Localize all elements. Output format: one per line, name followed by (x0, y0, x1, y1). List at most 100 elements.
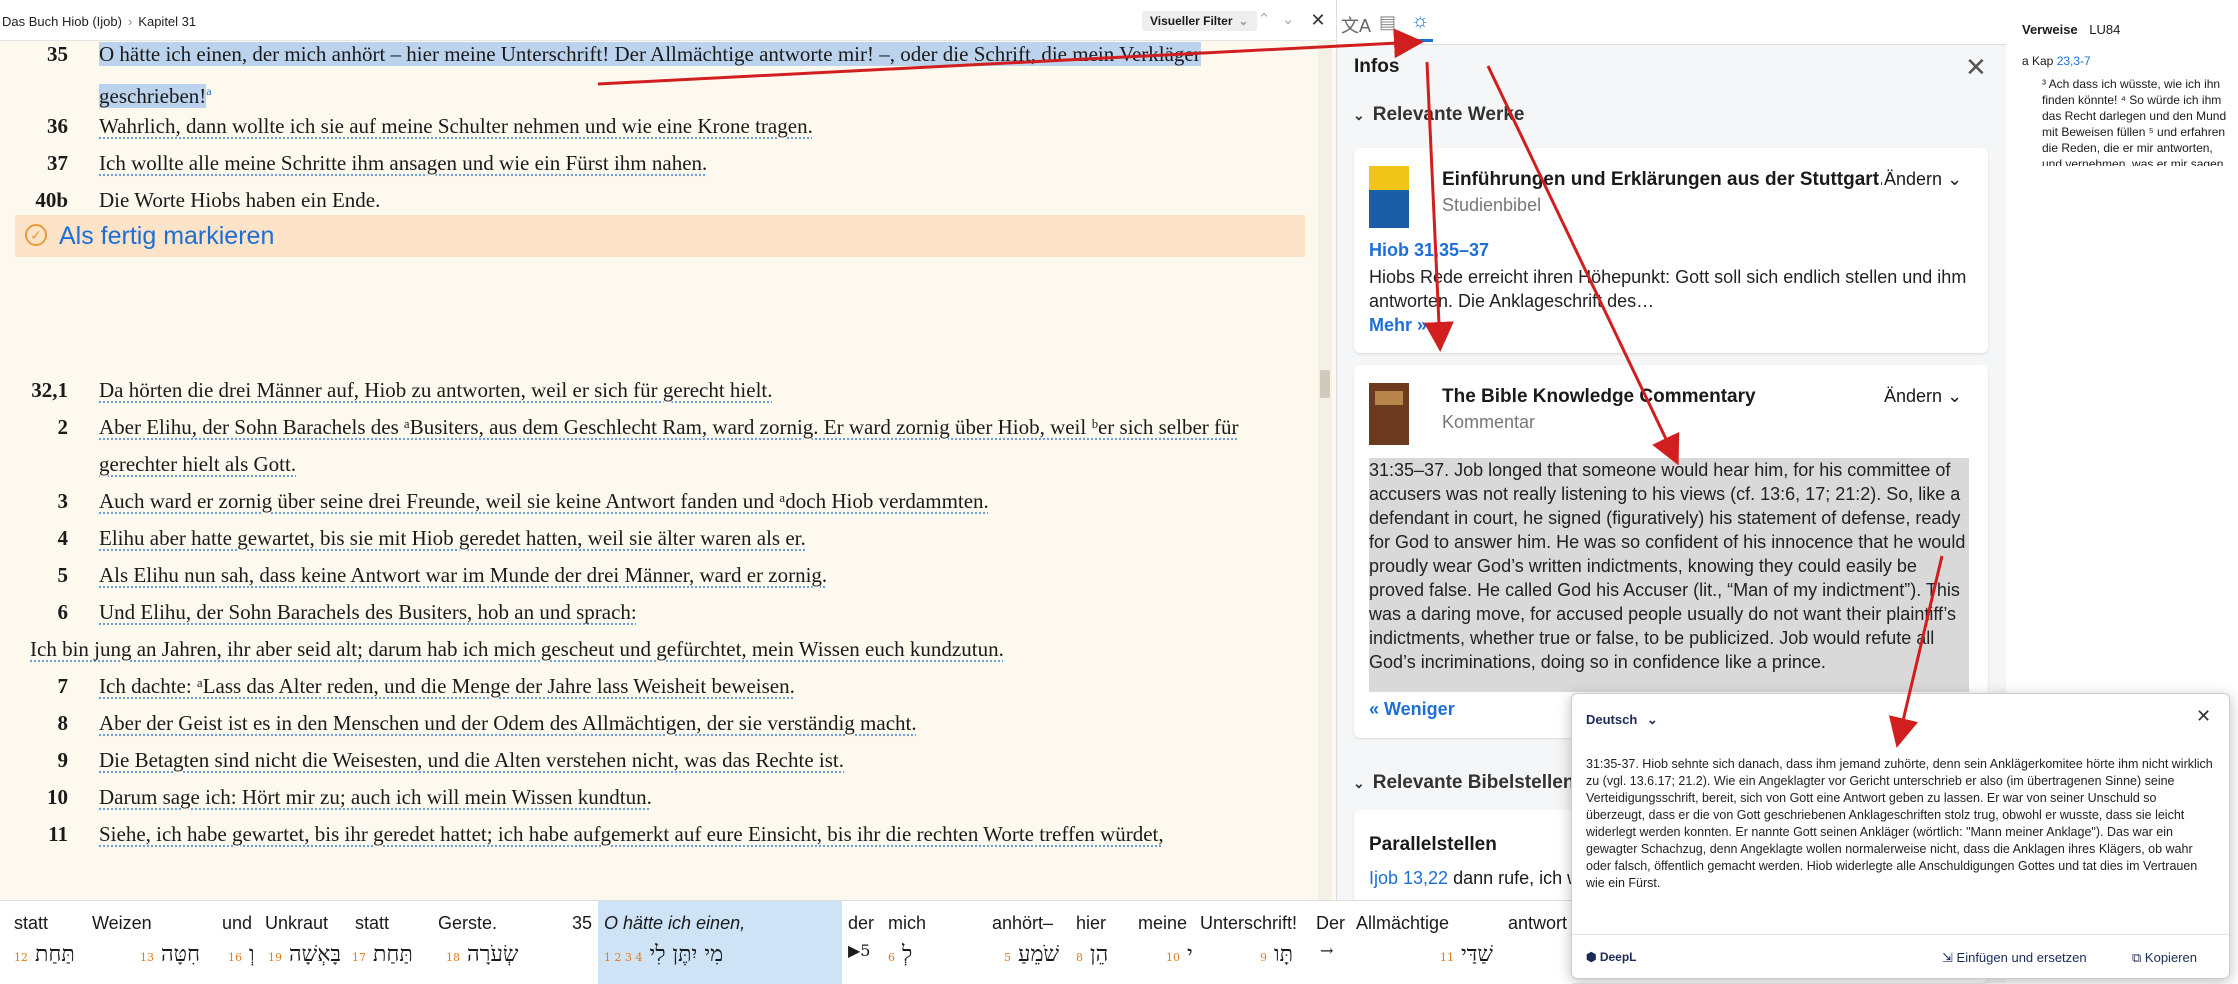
change-work-button[interactable]: Ändern ⌄ (1884, 386, 1962, 407)
hebrew-text: שֹׁמֵעַ (1018, 942, 1060, 967)
interlinear-word[interactable]: antwort (1508, 913, 1567, 934)
work-reference[interactable]: Hiob 31,35–37 (1369, 240, 1489, 261)
interlinear-word[interactable]: hier (1076, 913, 1106, 934)
hebrew-word[interactable]: 19 בָּאְשָׁה (268, 941, 341, 967)
hebrew-text: → (1320, 941, 1334, 960)
strong-number: 1 2 3 4 (604, 951, 643, 964)
hebrew-word[interactable]: 1 2 3 4 מִי יִתֶּן לִי (604, 941, 723, 967)
insert-replace-button[interactable]: ⇲ Einfügen und ersetzen (1942, 950, 2087, 966)
interlinear-word[interactable]: Der (1316, 913, 1345, 934)
translate-icon[interactable]: 文A (1341, 12, 1371, 38)
hebrew-word[interactable]: → (1320, 941, 1333, 960)
interlinear-word[interactable]: Unterschrift! (1200, 913, 1297, 934)
interlinear-word[interactable]: Unkraut (265, 913, 328, 934)
insert-replace-label: Einfügen und ersetzen (1956, 950, 2087, 965)
hebrew-word[interactable]: 17 תַּחַת (352, 941, 413, 967)
interlinear-word[interactable]: mich (888, 913, 926, 934)
chevron-down-icon: ⌄ (1353, 107, 1365, 123)
change-work-button[interactable]: Ändern ⌄ (1884, 169, 1962, 190)
copy-button[interactable]: ⧉ Kopieren (2132, 950, 2197, 966)
work-type: Kommentar (1442, 412, 1536, 432)
breadcrumb-chapter[interactable]: Kapitel 31 (138, 14, 196, 29)
notes-icon[interactable]: ▤ (1379, 12, 1396, 33)
interlinear-word[interactable]: statt (14, 913, 48, 934)
section-relevant-works[interactable]: ⌄ Relevante Werke (1353, 104, 1524, 126)
work-title[interactable]: Einführungen und Erklärungen aus der Stu… (1442, 169, 1882, 191)
hebrew-word[interactable]: ▶5 (848, 941, 870, 960)
hebrew-word[interactable]: 5 שֹׁמֵעַ (1004, 941, 1059, 967)
scrollbar-thumb[interactable] (1320, 370, 1330, 398)
chevron-down-icon[interactable]: ⌄ (1278, 10, 1298, 30)
breadcrumb-book[interactable]: Das Buch Hiob (Ijob) (2, 14, 122, 29)
hebrew-word[interactable]: 6 לְ (888, 941, 912, 967)
deepl-translation-popup: Deutsch ⌄ ✕ 31:35-37. Hiob sehnte sich d… (1571, 693, 2230, 979)
close-icon[interactable]: ✕ (2196, 706, 2211, 727)
strong-number: 11 (1440, 951, 1454, 964)
insert-icon: ⇲ (1942, 950, 1953, 965)
parallel-ref[interactable]: Ijob 13,22 (1369, 868, 1448, 888)
close-icon[interactable]: ✕ (1308, 10, 1328, 30)
interlinear-word[interactable]: Gerste. (438, 913, 497, 934)
verse-text: Aber Elihu, der Sohn Barachels des ᵃBusi… (99, 415, 1239, 476)
hebrew-word[interactable]: 16 וְ (228, 941, 255, 967)
change-work-label: Ändern (1884, 386, 1943, 406)
hebrew-text: ▶5 (848, 941, 871, 960)
footnote-marker[interactable]: a (206, 84, 211, 98)
verse-number: 4 (57, 526, 69, 550)
deepl-logo: ⬢ DeepL (1586, 950, 1637, 964)
interlinear-word[interactable]: anhört– (992, 913, 1053, 934)
chevron-up-icon[interactable]: ⌃ (1254, 10, 1274, 30)
scrollbar[interactable] (1318, 40, 1332, 900)
check-circle-icon: ✓ (25, 224, 47, 246)
interlinear-verse-number: 35 (572, 913, 593, 933)
verse-text: Ich bin jung an Jahren, ihr aber seid al… (30, 637, 1004, 661)
mark-done-label: Als fertig markieren (59, 222, 275, 250)
section-relevant-passages[interactable]: ⌄ Relevante Bibelstellen (1353, 772, 1574, 794)
cross-reference-link[interactable]: 23,3-7 (2057, 54, 2091, 68)
app-window: Das Buch Hiob (Ijob) › Kapitel 31 Visuel… (0, 0, 2238, 984)
cross-reference-entry: a Kap 23,3-7 (2022, 54, 2091, 68)
lightbulb-icon[interactable]: ☼ (1407, 10, 1434, 42)
commentary-text[interactable]: 31:35–37. Job longed that someone would … (1369, 458, 1969, 692)
strong-number: 18 (446, 951, 460, 964)
interlinear-word[interactable]: meine (1138, 913, 1187, 934)
version-label[interactable]: LU84 (2089, 22, 2120, 37)
hebrew-text: לְ (902, 942, 913, 967)
interlinear-word[interactable]: statt (355, 913, 389, 934)
hebrew-text: שַׁדַּי (1461, 942, 1493, 967)
hebrew-word[interactable]: 8 הֵן (1076, 941, 1108, 967)
verse-text: Als Elihu nun sah, dass keine Antwort wa… (99, 563, 828, 587)
visual-filter-dropdown[interactable]: Visueller Filter ⌄ (1142, 11, 1257, 31)
close-icon[interactable]: ✕ (1965, 52, 1987, 83)
work-excerpt: Hiobs Rede erreicht ihren Höhepunkt: Got… (1369, 267, 1967, 311)
interlinear-word[interactable]: der (848, 913, 874, 934)
hebrew-text: שְׂעֹרָה (467, 942, 519, 967)
copy-label: Kopieren (2144, 950, 2197, 965)
cross-reference-prefix: a Kap (2022, 54, 2054, 68)
parallel-entry: Ijob 13,22 dann rufe, ich w (1369, 868, 1580, 889)
hebrew-word[interactable]: 10 י (1166, 941, 1193, 967)
language-label: Deutsch (1586, 712, 1638, 727)
more-link[interactable]: Mehr » (1369, 315, 1427, 336)
interlinear-strip: statt Weizen und Unkraut statt Gerste. 3… (0, 900, 1572, 984)
hebrew-word[interactable]: 13 חִטָּה (140, 941, 200, 967)
language-select[interactable]: Deutsch ⌄ (1586, 712, 1658, 728)
less-link[interactable]: « Weniger (1369, 699, 1455, 720)
interlinear-word[interactable]: Weizen (92, 913, 152, 934)
interlinear-word[interactable]: und (222, 913, 252, 934)
section-relevant-passages-label: Relevante Bibelstellen (1372, 772, 1575, 793)
interlinear-word[interactable]: Allmächtige (1356, 913, 1449, 934)
work-title[interactable]: The Bible Knowledge Commentary (1442, 386, 1882, 408)
hebrew-word[interactable]: 12 תַּחַת (14, 941, 75, 967)
verse-text: Elihu aber hatte gewartet, bis sie mit H… (99, 526, 806, 550)
parallel-text: dann rufe, ich w (1453, 868, 1581, 888)
strong-number: 8 (1076, 951, 1083, 964)
hebrew-word[interactable]: 11 שַׁדַּי (1440, 941, 1493, 967)
mark-done-button[interactable]: ✓ Als fertig markieren (15, 215, 1305, 257)
selected-verse-text[interactable]: O hätte ich einen, der mich anhört – hie… (99, 42, 1201, 108)
hebrew-text: תַּחַת (35, 942, 75, 967)
hebrew-word[interactable]: 18 שְׂעֹרָה (446, 941, 519, 967)
hebrew-word[interactable]: 9 תָּו (1260, 941, 1293, 967)
verse-text: Die Worte Hiobs haben ein Ende. (99, 188, 381, 212)
interlinear-word[interactable]: O hätte ich einen, (604, 913, 745, 934)
